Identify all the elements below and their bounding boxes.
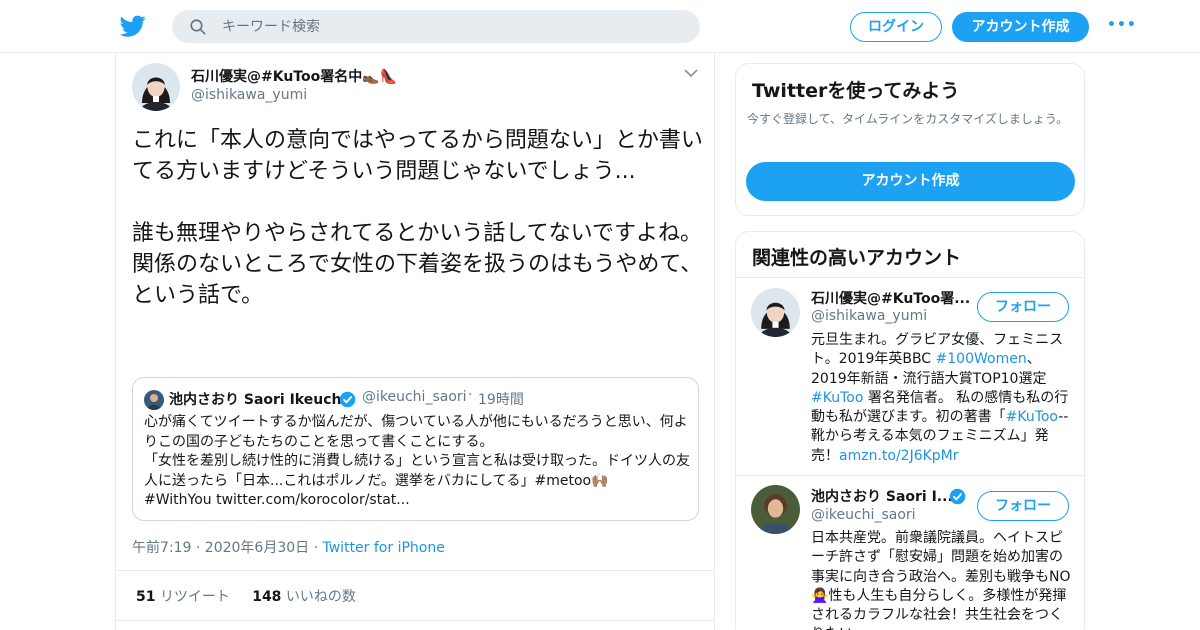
like-label: いいねの数	[285, 589, 356, 605]
divider	[736, 277, 1084, 278]
signup-card-description: 今すぐ登録して、タイムラインをカスタマイズしましょう。	[747, 112, 1069, 126]
search-icon	[190, 19, 206, 35]
quoted-tweet[interactable]: 池内さおり Saori Ikeuchi @ikeuchi_saori · 19時…	[132, 377, 699, 521]
like-stat[interactable]: 148 いいねの数	[252, 589, 356, 605]
avatar[interactable]	[751, 288, 800, 337]
separator-dot: ·	[468, 387, 473, 403]
separator-dot: ·	[313, 540, 319, 556]
search-box	[172, 10, 700, 43]
top-bar: ログイン アカウント作成 •••	[0, 0, 1200, 53]
avatar[interactable]	[132, 63, 180, 111]
follow-button[interactable]: フォロー	[977, 292, 1069, 322]
account-name[interactable]: 池内さおり Saori I...	[811, 486, 953, 506]
url-link[interactable]: amzn.to/2J6KpMr	[839, 448, 959, 464]
account-handle[interactable]: @ikeuchi_saori	[811, 507, 916, 523]
account-name[interactable]: 石川優実@#KuToo署...	[811, 288, 970, 308]
account-bio: 日本共産党。前衆議院議員。ヘイトスピーチ許さず「慰安婦」問題を始め加害の事実に向…	[811, 530, 1071, 630]
quoted-text: 心が痛くてツイートするか悩んだが、傷ついている人が他にもいるだろうと思い、何より…	[144, 414, 690, 508]
quoted-author-name: 池内さおり Saori Ikeuchi	[169, 392, 347, 408]
related-accounts-card: 関連性の高いアカウント 石川優実@#KuToo署... @ishikawa_yu…	[735, 231, 1085, 630]
signup-card: Twitterを使ってみよう 今すぐ登録して、タイムラインをカスタマイズしましょ…	[735, 63, 1085, 216]
retweet-stat[interactable]: 51 リツイート	[136, 589, 230, 605]
account-handle[interactable]: @ishikawa_yumi	[811, 308, 927, 324]
tweet-detail: 石川優実@#KuToo署名中👞👠 @ishikawa_yumi これに「本人の意…	[115, 53, 715, 630]
quoted-author-handle: @ikeuchi_saori	[362, 389, 467, 405]
quoted-time: 19時間	[478, 392, 524, 408]
verified-badge-icon	[949, 488, 966, 505]
related-accounts-title: 関連性の高いアカウント	[752, 247, 962, 269]
avatar[interactable]	[751, 485, 800, 534]
quoted-avatar	[144, 390, 164, 410]
follow-button[interactable]: フォロー	[977, 491, 1069, 521]
like-count: 148	[252, 589, 282, 605]
hashtag-link[interactable]: #KuToo	[1006, 409, 1059, 425]
divider	[736, 475, 1084, 476]
signup-card-title: Twitterを使ってみよう	[752, 80, 960, 102]
signup-button[interactable]: アカウント作成	[952, 12, 1089, 42]
retweet-label: リツイート	[159, 589, 230, 605]
hashtag-link[interactable]: #KuToo	[811, 390, 863, 406]
divider	[116, 620, 714, 621]
chevron-down-icon[interactable]	[683, 67, 699, 79]
tweet-source-link[interactable]: Twitter for iPhone	[323, 540, 445, 556]
login-button[interactable]: ログイン	[850, 12, 942, 42]
twitter-bird-icon[interactable]	[119, 13, 147, 39]
tweet-text: これに「本人の意向ではやってるから問題ない」とか書いてる方いますけどそういう問題…	[132, 128, 703, 308]
author-name[interactable]: 石川優実@#KuToo署名中👞👠	[191, 66, 397, 86]
timestamp[interactable]: 午前7:19 · 2020年6月30日	[132, 540, 309, 556]
divider	[116, 570, 714, 571]
signup-card-button[interactable]: アカウント作成	[746, 162, 1075, 201]
account-bio: 元旦生まれ。グラビア女優、フェミニスト。2019年英BBC #100Women、…	[811, 331, 1073, 466]
retweet-count: 51	[136, 589, 156, 605]
author-handle[interactable]: @ishikawa_yumi	[191, 87, 307, 103]
tweet-stats: 51 リツイート 148 いいねの数	[136, 586, 356, 606]
more-options-button[interactable]: •••	[1107, 17, 1136, 37]
hashtag-link[interactable]: #100Women	[936, 351, 1027, 367]
tweet-meta: 午前7:19 · 2020年6月30日 · Twitter for iPhone	[132, 537, 445, 557]
verified-badge-icon	[339, 391, 356, 408]
search-input[interactable]	[222, 10, 682, 43]
